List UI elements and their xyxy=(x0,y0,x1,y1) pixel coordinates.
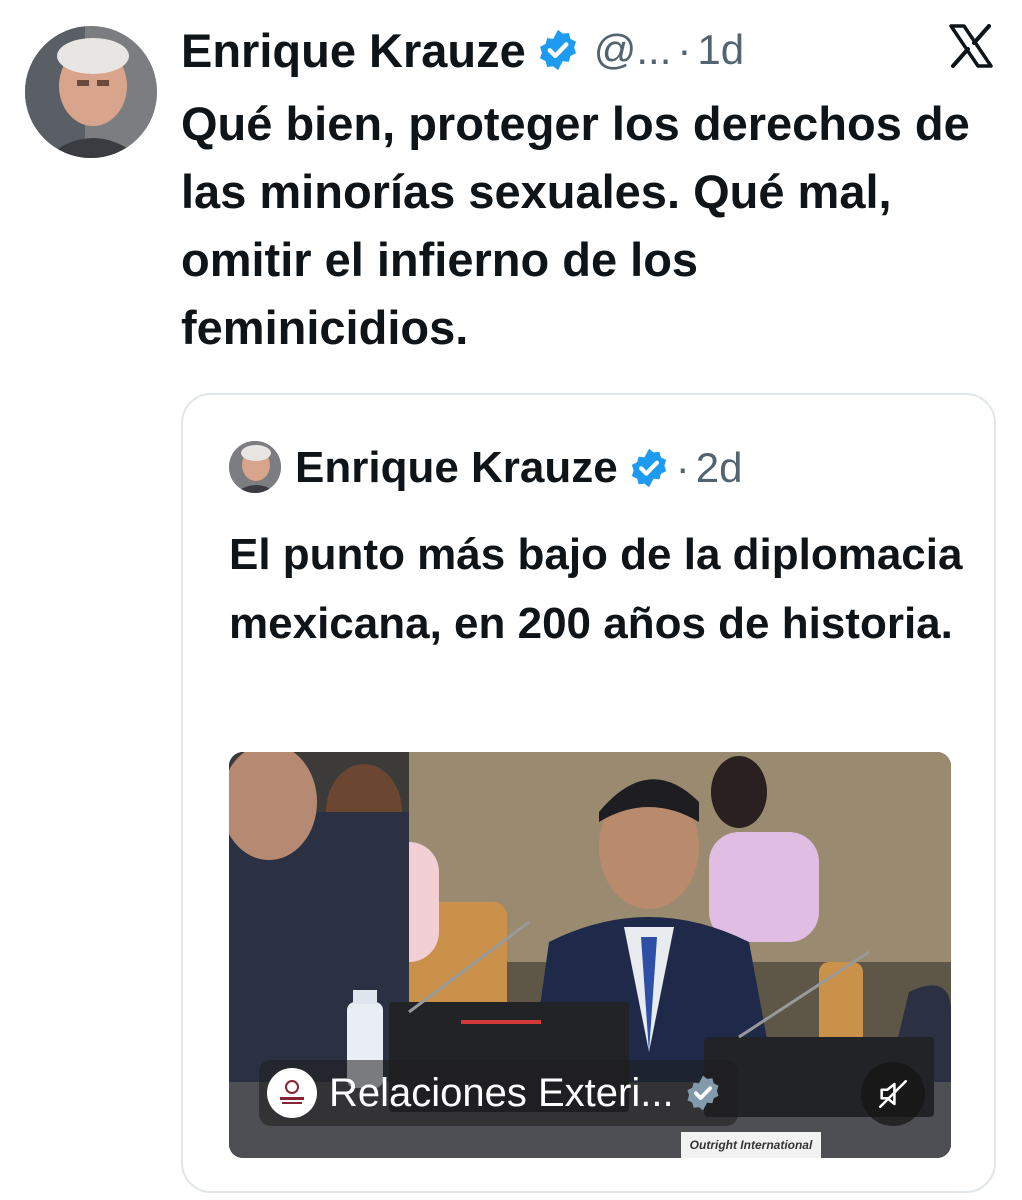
verified-badge-icon xyxy=(536,28,580,72)
quoted-author-name[interactable]: Enrique Krauze xyxy=(295,443,618,493)
quoted-author-avatar[interactable] xyxy=(229,441,281,493)
quoted-tweet-card[interactable]: Enrique Krauze · 2d El punto más bajo de… xyxy=(181,393,996,1193)
tweet-header: Enrique Krauze @... · 1d xyxy=(181,20,998,80)
quoted-tweet-header: Enrique Krauze · 2d xyxy=(295,439,742,497)
video-source-pill[interactable]: Relaciones Exteri... xyxy=(259,1060,738,1126)
nameplate-outright: Outright International xyxy=(681,1132,821,1158)
tweet-timestamp[interactable]: 1d xyxy=(697,26,744,74)
separator-dot: · xyxy=(677,26,692,73)
video-player[interactable]: Outright International Relaciones Exteri… xyxy=(229,752,951,1158)
speaker-muted-icon[interactable] xyxy=(861,1062,925,1126)
source-verified-icon xyxy=(684,1074,722,1112)
author-name[interactable]: Enrique Krauze xyxy=(181,23,526,78)
author-handle[interactable]: @... xyxy=(594,26,672,74)
author-avatar[interactable] xyxy=(25,26,157,158)
quoted-tweet-text: El punto más bajo de la diplomacia mexic… xyxy=(229,530,963,648)
x-logo-icon xyxy=(948,24,994,73)
tweet-text: Qué bien, proteger los derechos de las m… xyxy=(181,97,970,354)
video-source-name[interactable]: Relaciones Exteri... xyxy=(329,1071,674,1116)
verified-badge-icon xyxy=(628,447,670,489)
quoted-tweet-timestamp[interactable]: 2d xyxy=(696,444,743,492)
relaciones-exteriores-logo xyxy=(267,1068,317,1118)
separator-dot: · xyxy=(675,444,690,491)
